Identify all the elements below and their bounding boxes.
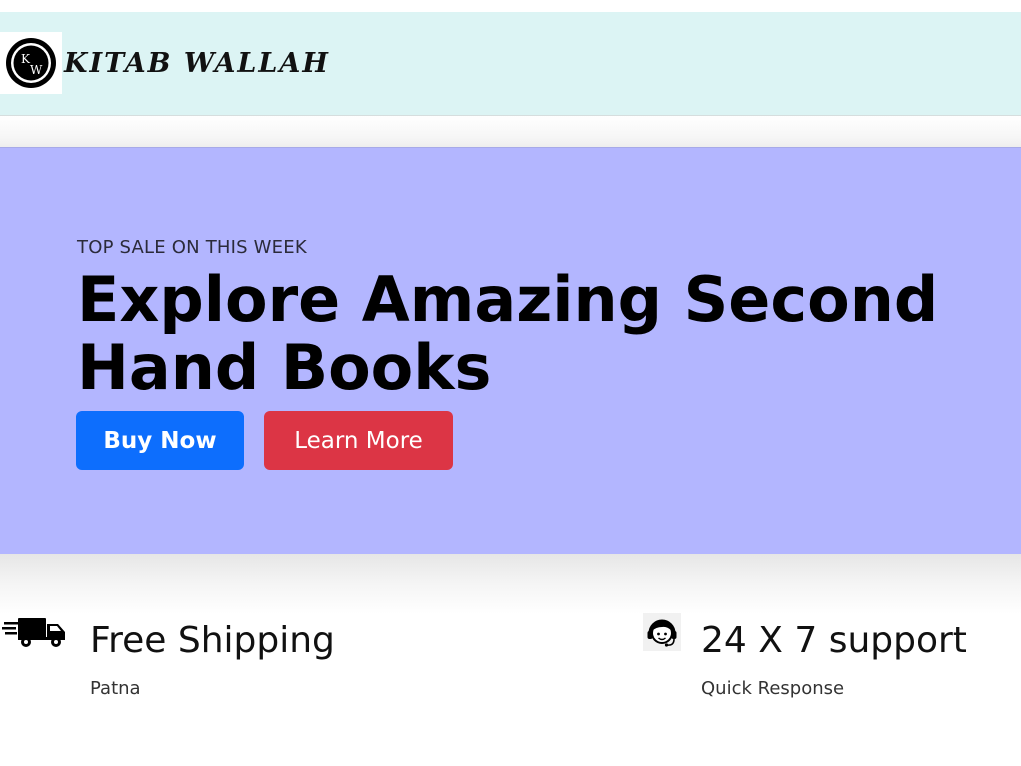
brand-logo-icon: K W bbox=[0, 32, 62, 94]
brand-name: KITAB WALLAH bbox=[64, 47, 330, 79]
hero-shadow bbox=[0, 554, 1021, 614]
delivery-truck-icon bbox=[0, 612, 70, 652]
learn-more-button[interactable]: Learn More bbox=[264, 411, 453, 470]
page: K W KITAB WALLAH TOP SALE ON THIS WEEK E… bbox=[0, 0, 1021, 766]
hero-title: Explore Amazing Second Hand Books bbox=[77, 263, 939, 404]
feature-subtitle: Quick Response bbox=[701, 678, 845, 699]
support-agent-icon bbox=[642, 612, 682, 652]
hero-banner: TOP SALE ON THIS WEEK Explore Amazing Se… bbox=[0, 147, 1021, 555]
feature-support: 24 X 7 support Quick Response bbox=[642, 612, 967, 708]
navbar: K W KITAB WALLAH bbox=[0, 12, 1021, 116]
feature-text: 24 X 7 support Quick Response bbox=[701, 612, 967, 708]
navbar-shadow bbox=[0, 116, 1021, 147]
feature-free-shipping: Free Shipping Patna bbox=[0, 612, 335, 708]
buy-now-button[interactable]: Buy Now bbox=[76, 411, 244, 470]
feature-title: 24 X 7 support bbox=[701, 620, 967, 661]
feature-text: Free Shipping Patna bbox=[90, 612, 335, 708]
logo-letter-w: W bbox=[30, 63, 43, 77]
hero-kicker: TOP SALE ON THIS WEEK bbox=[77, 237, 307, 258]
brand-link[interactable]: K W KITAB WALLAH bbox=[0, 32, 330, 94]
feature-title: Free Shipping bbox=[90, 620, 335, 661]
feature-subtitle: Patna bbox=[90, 678, 141, 699]
